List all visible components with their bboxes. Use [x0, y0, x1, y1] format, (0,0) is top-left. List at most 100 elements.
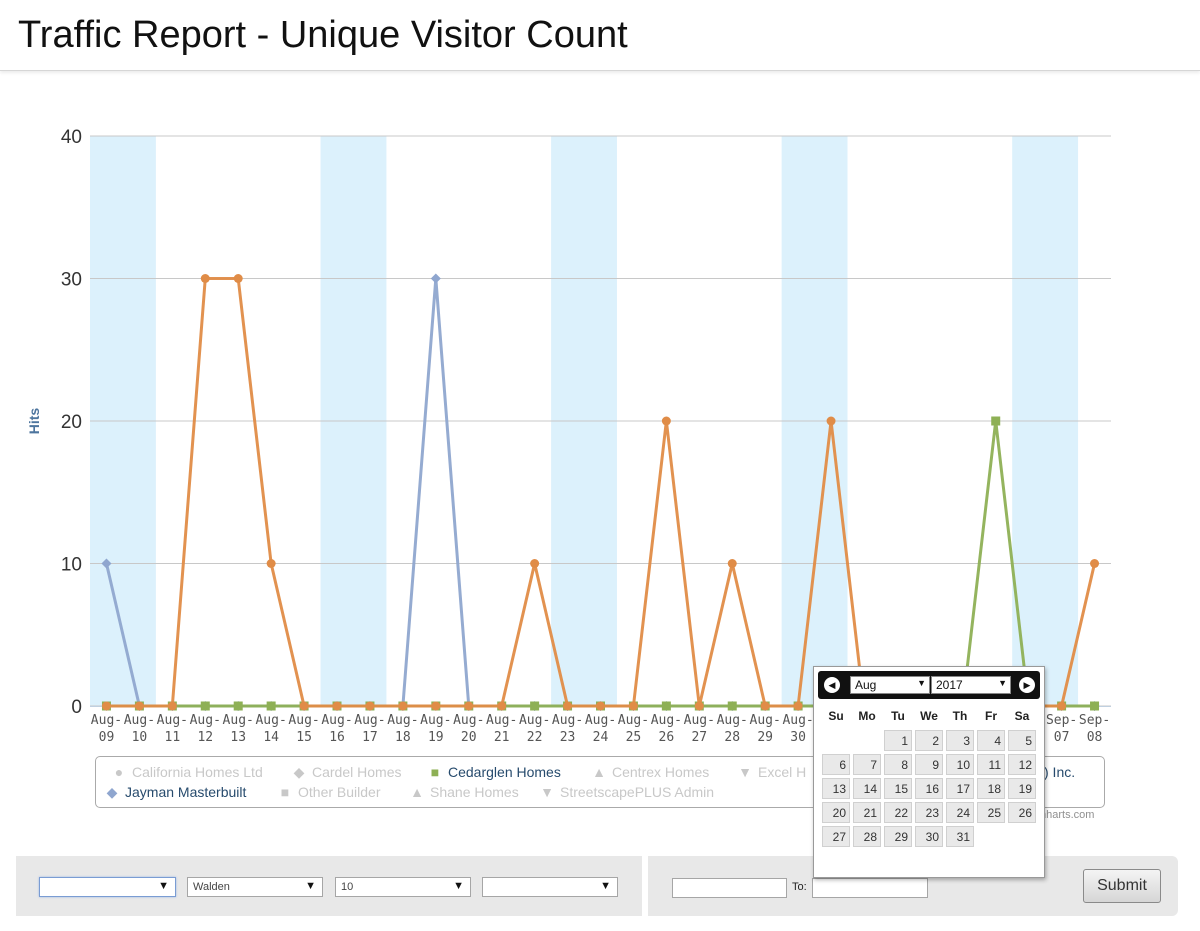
- legend-item-streetscapeplus-admin[interactable]: ▼ StreetscapePLUS Admin: [536, 784, 714, 800]
- data-point: [365, 701, 375, 711]
- calendar-day[interactable]: 13: [822, 778, 850, 799]
- data-point: [1057, 701, 1067, 711]
- calendar-day[interactable]: 8: [884, 754, 912, 775]
- submit-button[interactable]: Submit: [1083, 869, 1161, 903]
- calendar-day[interactable]: 28: [853, 826, 881, 847]
- x-tick-label: Aug-: [519, 713, 550, 728]
- dropdown-arrow-icon: ▼: [305, 880, 316, 892]
- legend-item-other-builder[interactable]: ■ Other Builder: [274, 784, 381, 800]
- calendar-day[interactable]: 17: [946, 778, 974, 799]
- legend-circle-icon: ●: [114, 764, 124, 780]
- datepicker-popup: ◀ Aug ▼ 2017 ▼ ▶ Su Mo Tu We Th Fr Sa 1 2 3 4 5 6 7 8 9 10…: [813, 666, 1045, 878]
- month-value: Aug: [855, 678, 877, 692]
- calendar-day[interactable]: 1: [884, 730, 912, 751]
- weekday-header: Tu: [891, 709, 905, 723]
- x-tick-label: 25: [626, 730, 642, 745]
- from-date-input[interactable]: [672, 878, 787, 898]
- dropdown-arrow-icon: ▼: [998, 678, 1007, 688]
- calendar-day[interactable]: 16: [915, 778, 943, 799]
- datepicker-header: ◀ Aug ▼ 2017 ▼ ▶: [818, 671, 1040, 699]
- data-point: [464, 701, 474, 711]
- to-label: To:: [792, 881, 807, 893]
- x-tick-label: Aug-: [157, 713, 188, 728]
- calendar-day[interactable]: 10: [946, 754, 974, 775]
- legend-item-california-homes[interactable]: ● California Homes Ltd: [108, 764, 263, 780]
- x-tick-label: Aug-: [321, 713, 352, 728]
- y-tick-label: 20: [61, 412, 82, 433]
- legend-label: Other Builder: [298, 784, 381, 800]
- legend-item-jayman-masterbuilt[interactable]: ◆ Jayman Masterbuilt: [101, 784, 247, 801]
- page-title: Traffic Report - Unique Visitor Count: [18, 14, 628, 56]
- community-select[interactable]: Walden ▼: [187, 877, 323, 897]
- calendar-day[interactable]: 29: [884, 826, 912, 847]
- page-header: Traffic Report - Unique Visitor Count: [0, 0, 1200, 71]
- data-point: [299, 701, 309, 711]
- calendar-day[interactable]: 15: [884, 778, 912, 799]
- x-tick-label: 26: [659, 730, 675, 745]
- x-tick-label: 09: [99, 730, 115, 745]
- x-tick-label: 07: [1054, 730, 1070, 745]
- legend-item-excel-homes[interactable]: ▼ Excel H: [734, 764, 806, 780]
- calendar-day[interactable]: 7: [853, 754, 881, 775]
- calendar-day[interactable]: 26: [1008, 802, 1036, 823]
- calendar-day[interactable]: 18: [977, 778, 1005, 799]
- calendar-day[interactable]: 21: [853, 802, 881, 823]
- calendar-day[interactable]: 31: [946, 826, 974, 847]
- x-tick-label: Aug-: [420, 713, 451, 728]
- x-tick-label: Aug-: [750, 713, 781, 728]
- legend-item-shane-homes[interactable]: ▲ Shane Homes: [406, 784, 519, 800]
- calendar-day[interactable]: 30: [915, 826, 943, 847]
- data-point: [332, 701, 342, 711]
- data-point: [727, 559, 737, 568]
- legend-square-icon: ■: [430, 764, 440, 780]
- y-tick-label: 0: [71, 697, 82, 718]
- calendar-day[interactable]: 25: [977, 802, 1005, 823]
- builder-select[interactable]: ▼: [39, 877, 176, 897]
- x-tick-label: Aug-: [684, 713, 715, 728]
- calendar-day[interactable]: 12: [1008, 754, 1036, 775]
- next-month-icon[interactable]: ▶: [1019, 677, 1035, 693]
- data-point: [101, 701, 111, 711]
- calendar-day[interactable]: 23: [915, 802, 943, 823]
- legend-item-cardel-homes[interactable]: ◆ Cardel Homes: [288, 764, 402, 781]
- calendar-day[interactable]: 19: [1008, 778, 1036, 799]
- data-point: [200, 701, 210, 711]
- calendar-day[interactable]: 9: [915, 754, 943, 775]
- legend-triangle-icon: ▲: [410, 784, 424, 800]
- calendar-day[interactable]: 4: [977, 730, 1005, 751]
- calendar-day[interactable]: 20: [822, 802, 850, 823]
- x-tick-label: Aug-: [717, 713, 748, 728]
- calendar-day[interactable]: 27: [822, 826, 850, 847]
- x-tick-label: 29: [757, 730, 773, 745]
- calendar-day[interactable]: 24: [946, 802, 974, 823]
- extra-select[interactable]: ▼: [482, 877, 618, 897]
- x-tick-label: 13: [230, 730, 246, 745]
- data-point: [530, 559, 540, 568]
- data-point: [530, 701, 540, 711]
- legend-item-cedarglen-homes[interactable]: ■ Cedarglen Homes: [424, 764, 561, 780]
- year-select[interactable]: 2017 ▼: [931, 676, 1011, 694]
- y-tick-label: 40: [61, 127, 82, 148]
- select-value: Walden: [193, 881, 230, 893]
- x-tick-label: Sep-: [1079, 713, 1110, 728]
- calendar-day[interactable]: 2: [915, 730, 943, 751]
- legend-item-inc[interactable]: ) Inc.: [1044, 764, 1075, 780]
- data-point: [398, 701, 408, 711]
- calendar-day[interactable]: 22: [884, 802, 912, 823]
- month-select[interactable]: Aug ▼: [850, 676, 930, 694]
- legend-label: StreetscapePLUS Admin: [560, 784, 715, 800]
- calendar-day[interactable]: 14: [853, 778, 881, 799]
- chart-credits[interactable]: nharts.com: [1040, 809, 1094, 821]
- legend-label: California Homes Ltd: [132, 764, 263, 780]
- prev-month-icon[interactable]: ◀: [824, 677, 840, 693]
- legend-item-centrex-homes[interactable]: ▲ Centrex Homes: [588, 764, 709, 780]
- legend-diamond-icon: ◆: [293, 764, 305, 780]
- count-select[interactable]: 10 ▼: [335, 877, 471, 897]
- calendar-day[interactable]: 3: [946, 730, 974, 751]
- calendar-day[interactable]: 11: [977, 754, 1005, 775]
- calendar-day[interactable]: 6: [822, 754, 850, 775]
- data-point: [628, 701, 638, 711]
- to-date-input[interactable]: [812, 878, 928, 898]
- calendar-day[interactable]: 5: [1008, 730, 1036, 751]
- legend-label: Excel H: [758, 764, 807, 780]
